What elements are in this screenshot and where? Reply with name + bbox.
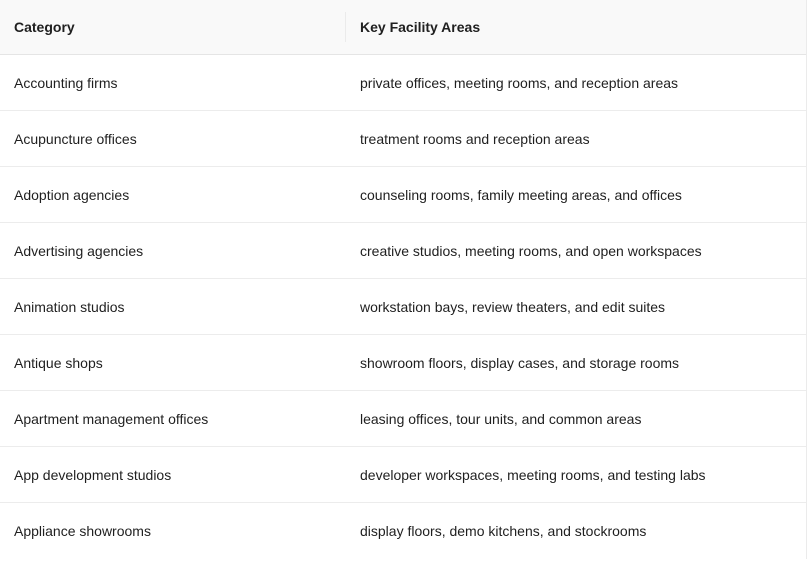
table-row: Accounting firms private offices, meetin… — [0, 55, 806, 111]
facility-areas-cell: treatment rooms and reception areas — [360, 130, 590, 147]
table-row: Apartment management offices leasing off… — [0, 391, 806, 447]
category-cell: Appliance showrooms — [14, 523, 151, 539]
facility-areas-cell: display floors, demo kitchens, and stock… — [360, 523, 647, 539]
facility-areas-cell: counseling rooms, family meeting areas, … — [360, 186, 682, 203]
facility-areas-cell: leasing offices, tour units, and common … — [360, 410, 642, 427]
table-row: Animation studios workstation bays, revi… — [0, 279, 806, 335]
table-row: Acupuncture offices treatment rooms and … — [0, 111, 806, 167]
facility-areas-cell: developer workspaces, meeting rooms, and… — [360, 466, 706, 483]
facility-table: Category Key Facility Areas Accounting f… — [0, 0, 807, 559]
table-row: App development studios developer worksp… — [0, 447, 806, 503]
category-cell: Apartment management offices — [14, 410, 209, 427]
column-header-key-facility-areas[interactable]: Key Facility Areas — [346, 19, 806, 35]
facility-areas-cell: private offices, meeting rooms, and rece… — [360, 74, 679, 91]
table-row: Advertising agencies creative studios, m… — [0, 223, 806, 279]
facility-areas-cell: creative studios, meeting rooms, and ope… — [360, 242, 702, 259]
category-cell: Advertising agencies — [14, 242, 144, 259]
category-cell: Accounting firms — [14, 74, 118, 91]
category-cell: App development studios — [14, 466, 172, 483]
facility-areas-cell: showroom floors, display cases, and stor… — [360, 354, 680, 371]
column-header-category[interactable]: Category — [0, 12, 346, 42]
category-cell: Acupuncture offices — [14, 130, 137, 147]
table-header-row: Category Key Facility Areas — [0, 0, 806, 55]
category-cell: Adoption agencies — [14, 186, 130, 203]
facility-areas-cell: workstation bays, review theaters, and e… — [360, 298, 666, 315]
category-cell: Antique shops — [14, 354, 103, 371]
table-row: Appliance showrooms display floors, demo… — [0, 503, 806, 559]
category-cell: Animation studios — [14, 298, 125, 315]
table-row: Adoption agencies counseling rooms, fami… — [0, 167, 806, 223]
table-row: Antique shops showroom floors, display c… — [0, 335, 806, 391]
